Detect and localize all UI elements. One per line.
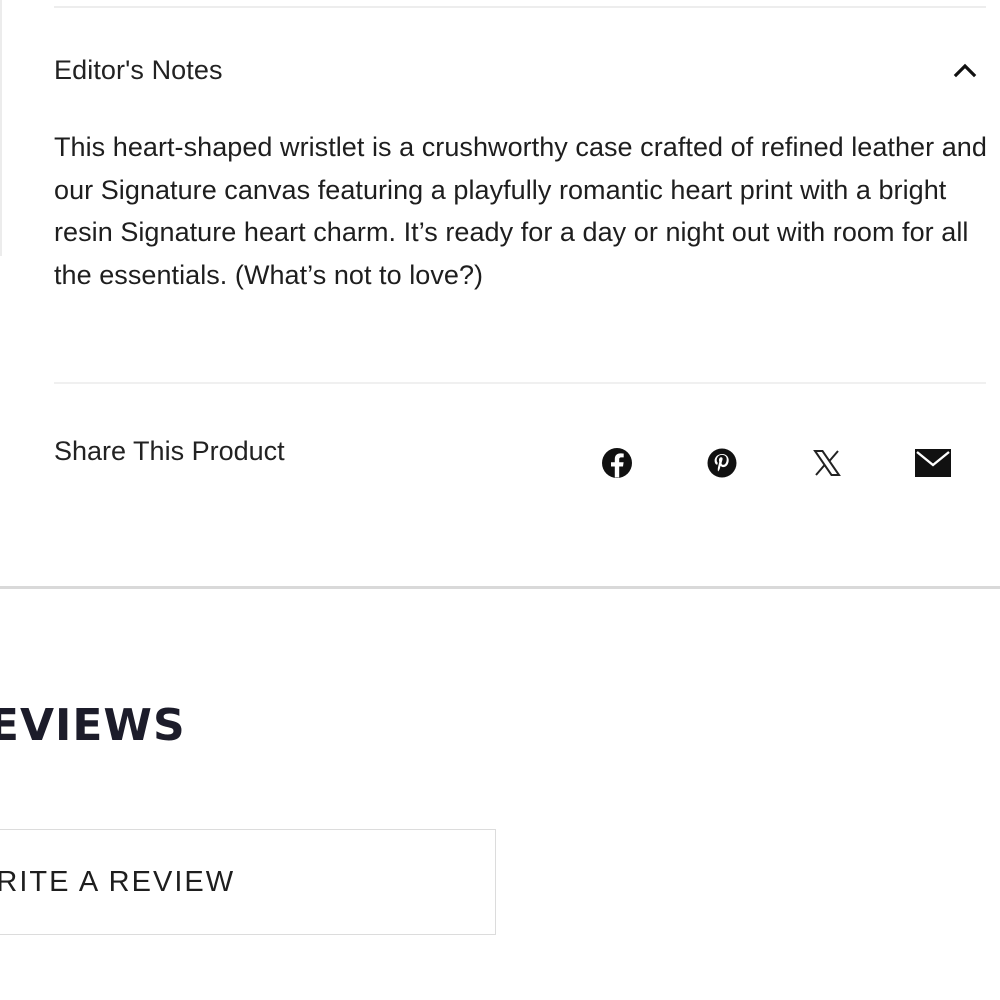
editors-notes-title: Editor's Notes <box>54 54 223 85</box>
email-icon[interactable] <box>912 442 954 484</box>
share-icons <box>596 442 962 484</box>
left-panel-edge <box>0 0 2 256</box>
editors-notes-accordion-header[interactable]: Editor's Notes <box>54 48 986 92</box>
facebook-icon[interactable] <box>596 442 638 484</box>
section-divider-light <box>54 382 986 384</box>
top-divider <box>54 6 986 8</box>
reviews-heading: REVIEWS <box>0 700 186 751</box>
write-review-button[interactable]: WRITE A REVIEW <box>0 829 496 935</box>
section-divider <box>0 586 1000 589</box>
pinterest-icon[interactable] <box>701 442 743 484</box>
editors-notes-body: This heart-shaped wristlet is a crushwor… <box>54 132 987 290</box>
chevron-up-icon[interactable] <box>952 57 978 83</box>
x-icon[interactable] <box>806 442 848 484</box>
share-label: Share This Product <box>54 436 285 466</box>
product-details-page: Editor's Notes This heart-shaped wristle… <box>0 0 1000 1000</box>
